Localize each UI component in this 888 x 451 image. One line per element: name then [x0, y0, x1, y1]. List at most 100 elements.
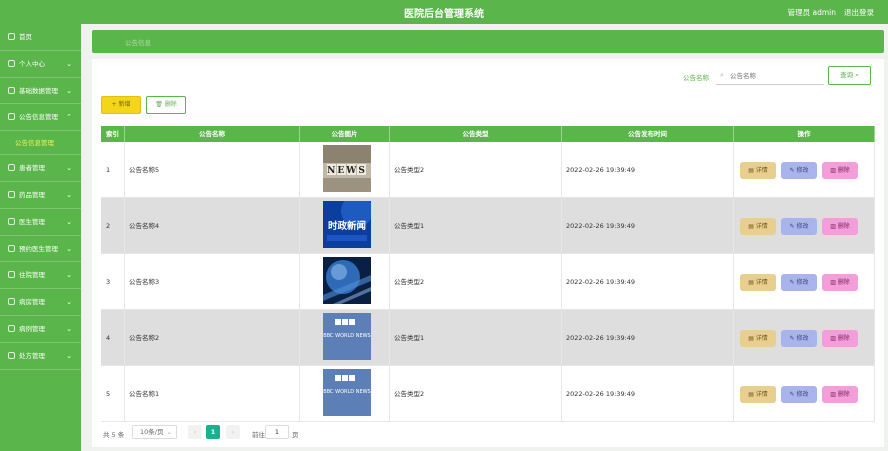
batch-delete-label: 删除	[164, 101, 177, 108]
user-icon	[8, 59, 15, 67]
doctor-icon	[8, 217, 15, 225]
delete-button[interactable]: ▥ 删除	[822, 386, 858, 403]
chevron-down-icon: ⌄	[66, 298, 72, 307]
news-thumbnail[interactable]: NEWS	[323, 145, 371, 192]
row-type: 公告类型2	[390, 142, 562, 197]
next-page-button[interactable]: ›	[226, 425, 240, 439]
page-number-current[interactable]: 1	[206, 425, 220, 439]
sidebar-item-announcement[interactable]: 公告信息管理 ⌃	[0, 104, 81, 132]
pencil-icon: ✎	[789, 223, 795, 230]
chevron-down-icon: ⌄	[166, 428, 172, 436]
sidebar-item-cases[interactable]: 病例管理 ⌄	[0, 316, 81, 343]
edit-button-label: 修改	[796, 167, 809, 174]
column-header: 公告发布时间	[562, 126, 734, 142]
prev-page-button[interactable]: ‹	[188, 425, 202, 439]
home-icon	[8, 33, 15, 40]
news-thumbnail[interactable]: BBC WORLD NEWS	[323, 369, 371, 416]
sidebar-item-hospitalization[interactable]: 住院管理 ⌄	[0, 262, 81, 290]
document-icon: ▤	[748, 391, 754, 398]
delete-button[interactable]: ▥ 删除	[822, 162, 858, 179]
page-size-select[interactable]: 10条/页 ⌄	[132, 425, 177, 439]
page-size-value: 10条/页	[140, 428, 164, 436]
add-button[interactable]: + 新增	[101, 96, 141, 114]
goto-page-input[interactable]: 1	[265, 425, 289, 439]
calendar-icon	[8, 244, 15, 252]
delete-button[interactable]: ▥ 删除	[822, 330, 858, 347]
logout-link[interactable]: 退出登录	[844, 7, 874, 18]
sidebar-item-patients[interactable]: 患者管理 ⌄	[0, 155, 81, 182]
news-thumbnail[interactable]: 时政新闻	[323, 201, 371, 248]
sidebar-item-label: 住院管理	[19, 271, 45, 280]
bed-icon	[8, 271, 15, 279]
sidebar-item-label: 首页	[19, 33, 32, 41]
delete-button-label: 删除	[837, 335, 850, 342]
edit-button-label: 修改	[796, 335, 809, 342]
document-icon: ▤	[748, 279, 754, 286]
column-header: 公告类型	[390, 126, 562, 142]
row-index: 2	[101, 198, 125, 253]
sidebar-item-personal-center[interactable]: 个人中心 ⌄	[0, 51, 81, 78]
news-thumbnail[interactable]: BBC WORLD NEWS	[323, 313, 371, 360]
sidebar-item-basic-data[interactable]: 基础数据管理 ⌄	[0, 78, 81, 105]
search-button[interactable]: 查询 ⌕	[828, 66, 871, 85]
row-index: 5	[101, 366, 125, 421]
pencil-icon: ✎	[789, 279, 795, 286]
delete-button[interactable]: ▥ 删除	[822, 218, 858, 235]
row-name: 公告名称5	[125, 142, 300, 197]
thumbnail-text: 时政新闻	[328, 220, 366, 232]
column-header: 操作	[734, 126, 875, 142]
row-image-cell	[300, 254, 390, 309]
sidebar-item-label: 药品管理	[19, 190, 45, 199]
search-button-label: 查询	[840, 71, 854, 79]
chevron-down-icon: ⌄	[66, 244, 72, 253]
sidebar-item-label: 基础数据管理	[19, 86, 58, 95]
edit-button-label: 修改	[796, 391, 809, 398]
sidebar-item-home[interactable]: 首页	[0, 24, 81, 51]
sidebar-item-wards[interactable]: 病房管理 ⌄	[0, 289, 81, 316]
database-icon	[8, 86, 15, 94]
search-input[interactable]	[716, 68, 824, 85]
row-name: 公告名称3	[125, 254, 300, 309]
chevron-down-icon: ⌄	[66, 86, 72, 95]
search-label: 公告名称	[683, 74, 709, 82]
news-thumbnail[interactable]	[323, 257, 371, 304]
row-index: 1	[101, 142, 125, 197]
page-unit-label: 页	[292, 431, 299, 439]
breadcrumb: 公告信息	[92, 30, 884, 53]
edit-button[interactable]: ✎ 修改	[781, 274, 817, 291]
edit-button[interactable]: ✎ 修改	[781, 330, 817, 347]
ward-icon	[8, 298, 15, 306]
detail-button[interactable]: ▤ 详情	[740, 218, 776, 235]
detail-button[interactable]: ▤ 详情	[740, 274, 776, 291]
sidebar-item-label: 公告信息管理	[19, 113, 58, 122]
detail-button[interactable]: ▤ 详情	[740, 162, 776, 179]
detail-button[interactable]: ▤ 详情	[740, 386, 776, 403]
column-header: 公告名称	[125, 126, 300, 142]
row-time: 2022-02-26 19:39:49	[562, 254, 734, 309]
column-header: 索引	[101, 126, 125, 142]
row-operations: ▤ 详情 ✎ 修改 ▥ 删除	[734, 254, 875, 309]
row-time: 2022-02-26 19:39:49	[562, 366, 734, 421]
column-header: 公告图片	[300, 126, 390, 142]
delete-button[interactable]: ▥ 删除	[822, 274, 858, 291]
edit-button[interactable]: ✎ 修改	[781, 162, 817, 179]
detail-button-label: 详情	[755, 167, 768, 174]
sidebar-subitem-announcement[interactable]: 公告信息管理	[0, 131, 81, 156]
sidebar-item-appointments[interactable]: 预约医生管理 ⌄	[0, 236, 81, 263]
notice-icon	[8, 113, 15, 121]
row-operations: ▤ 详情 ✎ 修改 ▥ 删除	[734, 198, 875, 253]
current-user[interactable]: 管理员 admin	[788, 7, 836, 18]
pencil-icon: ✎	[789, 335, 795, 342]
edit-button[interactable]: ✎ 修改	[781, 386, 817, 403]
thumbnail-text: BBC WORLD NEWS	[323, 333, 370, 339]
row-image-cell: BBC WORLD NEWS	[300, 366, 390, 421]
sidebar-item-prescriptions[interactable]: 处方管理 ⌄	[0, 343, 81, 370]
detail-button[interactable]: ▤ 详情	[740, 330, 776, 347]
sidebar-item-drugs[interactable]: 药品管理 ⌄	[0, 182, 81, 209]
batch-delete-button[interactable]: 🗑 删除	[146, 96, 186, 114]
edit-button[interactable]: ✎ 修改	[781, 218, 817, 235]
sidebar-item-doctors[interactable]: 医生管理 ⌄	[0, 209, 81, 236]
chevron-down-icon: ⌄	[66, 351, 72, 360]
thumbnail-text: NEWS	[327, 166, 367, 176]
row-type: 公告类型2	[390, 254, 562, 309]
